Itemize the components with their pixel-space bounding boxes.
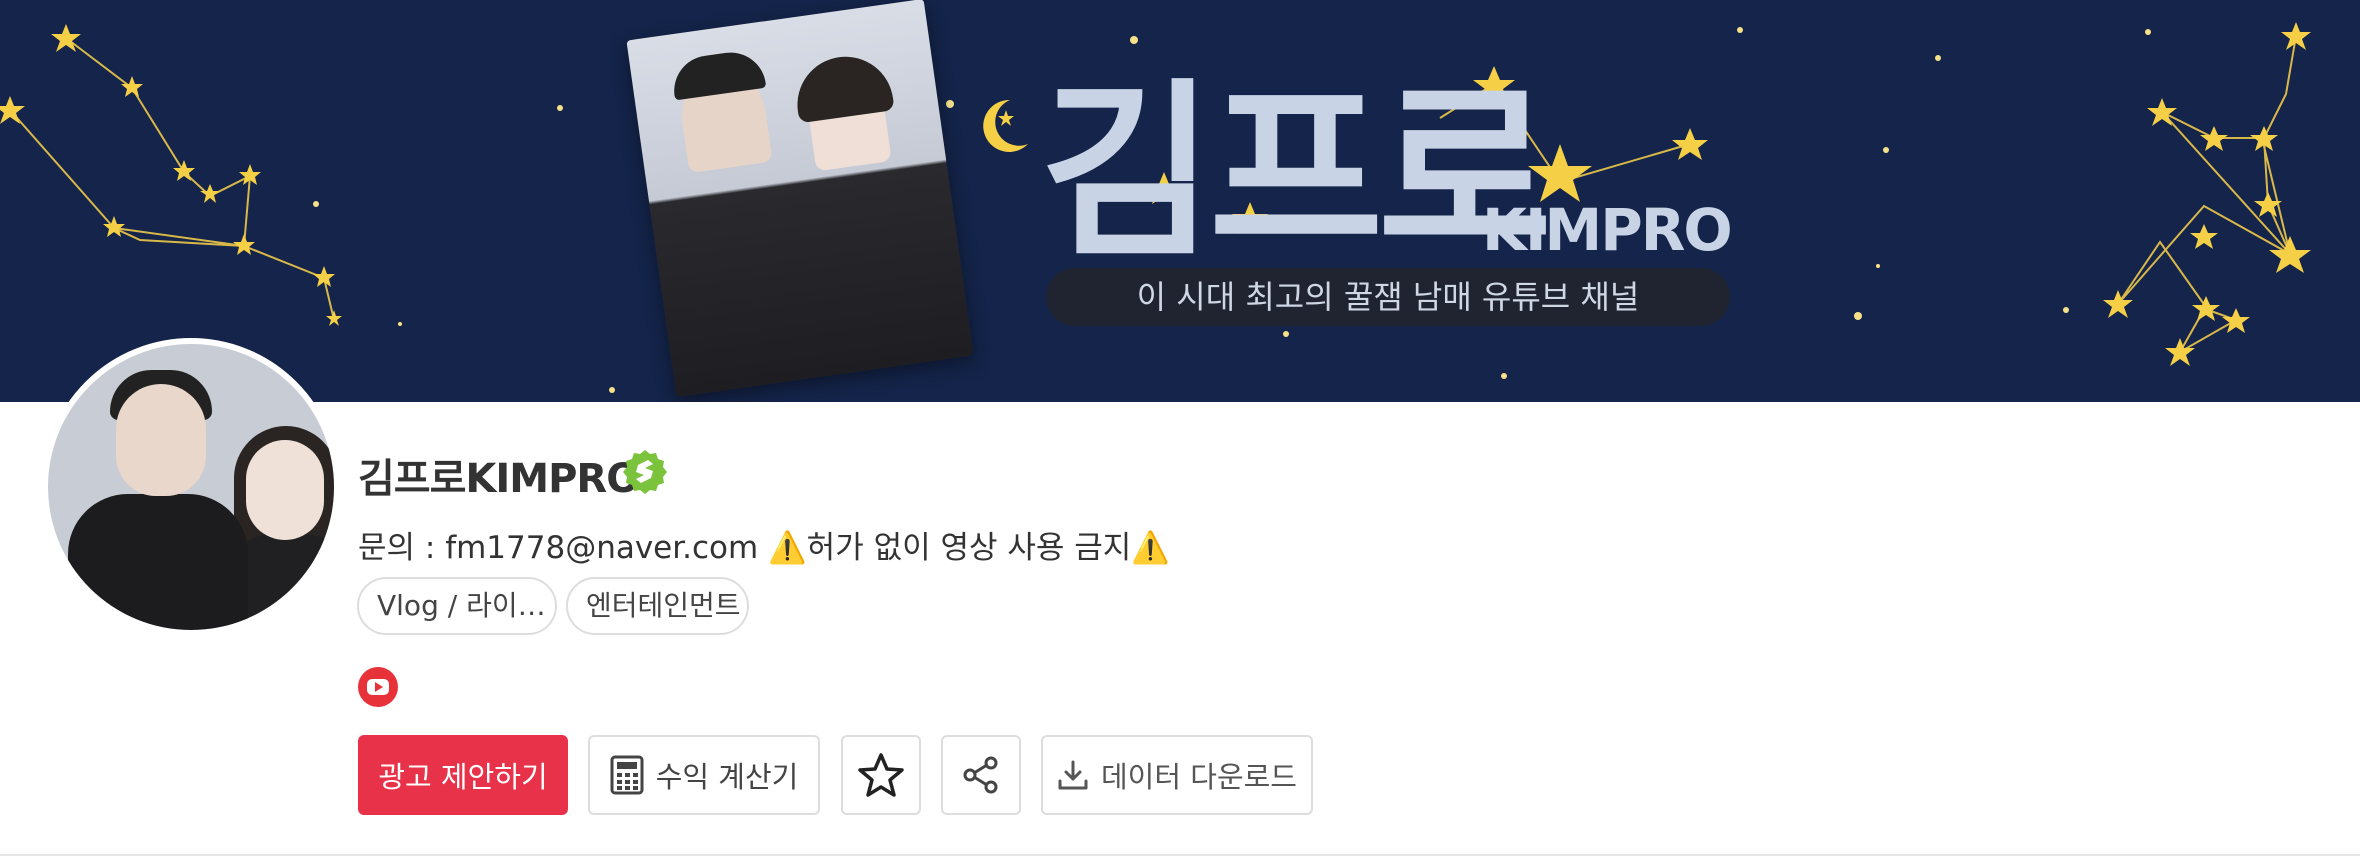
- ad-proposal-label: 광고 제안하기: [378, 760, 548, 794]
- calculator-icon: [610, 755, 644, 795]
- banner-photo: [626, 0, 974, 398]
- category-tag-entertainment[interactable]: 엔터테인먼트: [566, 577, 749, 635]
- category-tag-vlog[interactable]: Vlog / 라이…: [357, 577, 557, 635]
- avatar-body-1: [68, 494, 248, 630]
- avatar-face-1: [116, 384, 206, 496]
- star-icon: [858, 753, 904, 797]
- share-icon: [963, 756, 998, 794]
- download-icon: [1058, 760, 1088, 790]
- channel-avatar[interactable]: [42, 338, 340, 636]
- data-download-button[interactable]: 데이터 다운로드: [1041, 735, 1313, 815]
- banner-brand-english: KIMPRO: [1482, 196, 1733, 264]
- youtube-icon[interactable]: [357, 666, 399, 708]
- data-download-label: 데이터 다운로드: [1101, 760, 1297, 794]
- verified-badge-icon: [623, 450, 667, 494]
- channel-name: 김프로KIMPRO: [358, 456, 640, 502]
- revenue-calculator-button[interactable]: 수익 계산기: [588, 735, 820, 815]
- ad-proposal-button[interactable]: 광고 제안하기: [358, 735, 568, 815]
- avatar-face-2: [246, 440, 324, 540]
- channel-banner: 김프로 KIMPRO 이 시대 최고의 꿀잼 남매 유튜브 채널: [0, 0, 2360, 402]
- revenue-calculator-label: 수익 계산기: [655, 760, 799, 794]
- share-button[interactable]: [941, 735, 1021, 815]
- channel-description: 문의 : fm1778@naver.com ⚠️허가 없이 영상 사용 금지⚠️: [358, 530, 1170, 566]
- banner-brand-korean: 김프로: [1040, 62, 1552, 283]
- favorite-button[interactable]: [841, 735, 921, 815]
- banner-tagline: 이 시대 최고의 꿀잼 남매 유튜브 채널: [1046, 268, 1730, 326]
